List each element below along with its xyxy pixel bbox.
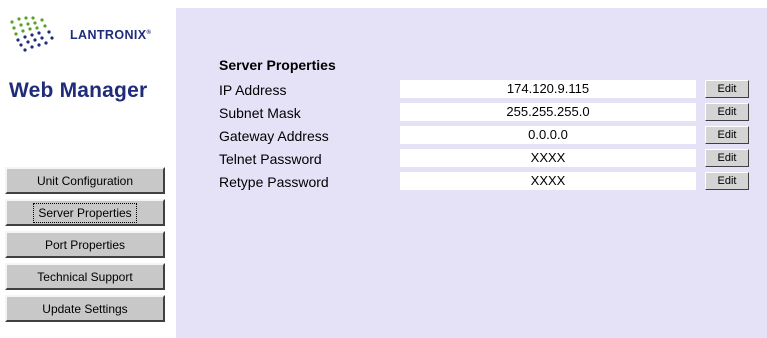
property-value: XXXX xyxy=(400,149,696,167)
nav-menu: Unit Configuration Server Properties Por… xyxy=(5,167,165,327)
properties-list: IP Address 174.120.9.115 Edit Subnet Mas… xyxy=(219,80,759,195)
property-label: Subnet Mask xyxy=(219,105,301,121)
property-label: Gateway Address xyxy=(219,128,329,144)
property-value: XXXX xyxy=(400,172,696,190)
lantronix-starburst-icon xyxy=(10,16,54,52)
left-panel: LANTRONIX® Web Manager Unit Configuratio… xyxy=(0,0,175,338)
property-row-gateway-address: Gateway Address 0.0.0.0 Edit xyxy=(219,126,759,149)
edit-telnet-password-button[interactable]: Edit xyxy=(705,149,749,167)
registered-mark: ® xyxy=(146,29,152,36)
property-row-ip-address: IP Address 174.120.9.115 Edit xyxy=(219,80,759,103)
property-label: IP Address xyxy=(219,82,287,98)
property-row-subnet-mask: Subnet Mask 255.255.255.0 Edit xyxy=(219,103,759,126)
nav-label: Server Properties xyxy=(33,202,137,223)
nav-update-settings-button[interactable]: Update Settings xyxy=(5,295,165,322)
nav-label: Unit Configuration xyxy=(36,173,134,188)
nav-label: Update Settings xyxy=(42,301,128,316)
edit-retype-password-button[interactable]: Edit xyxy=(705,172,749,190)
edit-gateway-address-button[interactable]: Edit xyxy=(705,126,749,144)
app-title: Web Manager xyxy=(9,79,148,102)
edit-ip-address-button[interactable]: Edit xyxy=(705,80,749,98)
nav-unit-configuration-button[interactable]: Unit Configuration xyxy=(5,167,165,194)
property-value: 0.0.0.0 xyxy=(400,126,696,144)
property-label: Retype Password xyxy=(219,174,329,190)
nav-label: Port Properties xyxy=(44,237,126,252)
nav-server-properties-button[interactable]: Server Properties xyxy=(5,199,165,226)
property-row-retype-password: Retype Password XXXX Edit xyxy=(219,172,759,195)
logo-text: LANTRONIX® xyxy=(70,28,152,42)
main-content-panel: Server Properties IP Address 174.120.9.1… xyxy=(176,8,767,338)
lantronix-logo: LANTRONIX® xyxy=(6,10,166,58)
property-row-telnet-password: Telnet Password XXXX Edit xyxy=(219,149,759,172)
nav-technical-support-button[interactable]: Technical Support xyxy=(5,263,165,290)
nav-label: Technical Support xyxy=(37,269,133,284)
edit-subnet-mask-button[interactable]: Edit xyxy=(705,103,749,121)
property-value: 174.120.9.115 xyxy=(400,80,696,98)
property-label: Telnet Password xyxy=(219,151,322,167)
property-value: 255.255.255.0 xyxy=(400,103,696,121)
section-title: Server Properties xyxy=(219,57,336,73)
nav-port-properties-button[interactable]: Port Properties xyxy=(5,231,165,258)
